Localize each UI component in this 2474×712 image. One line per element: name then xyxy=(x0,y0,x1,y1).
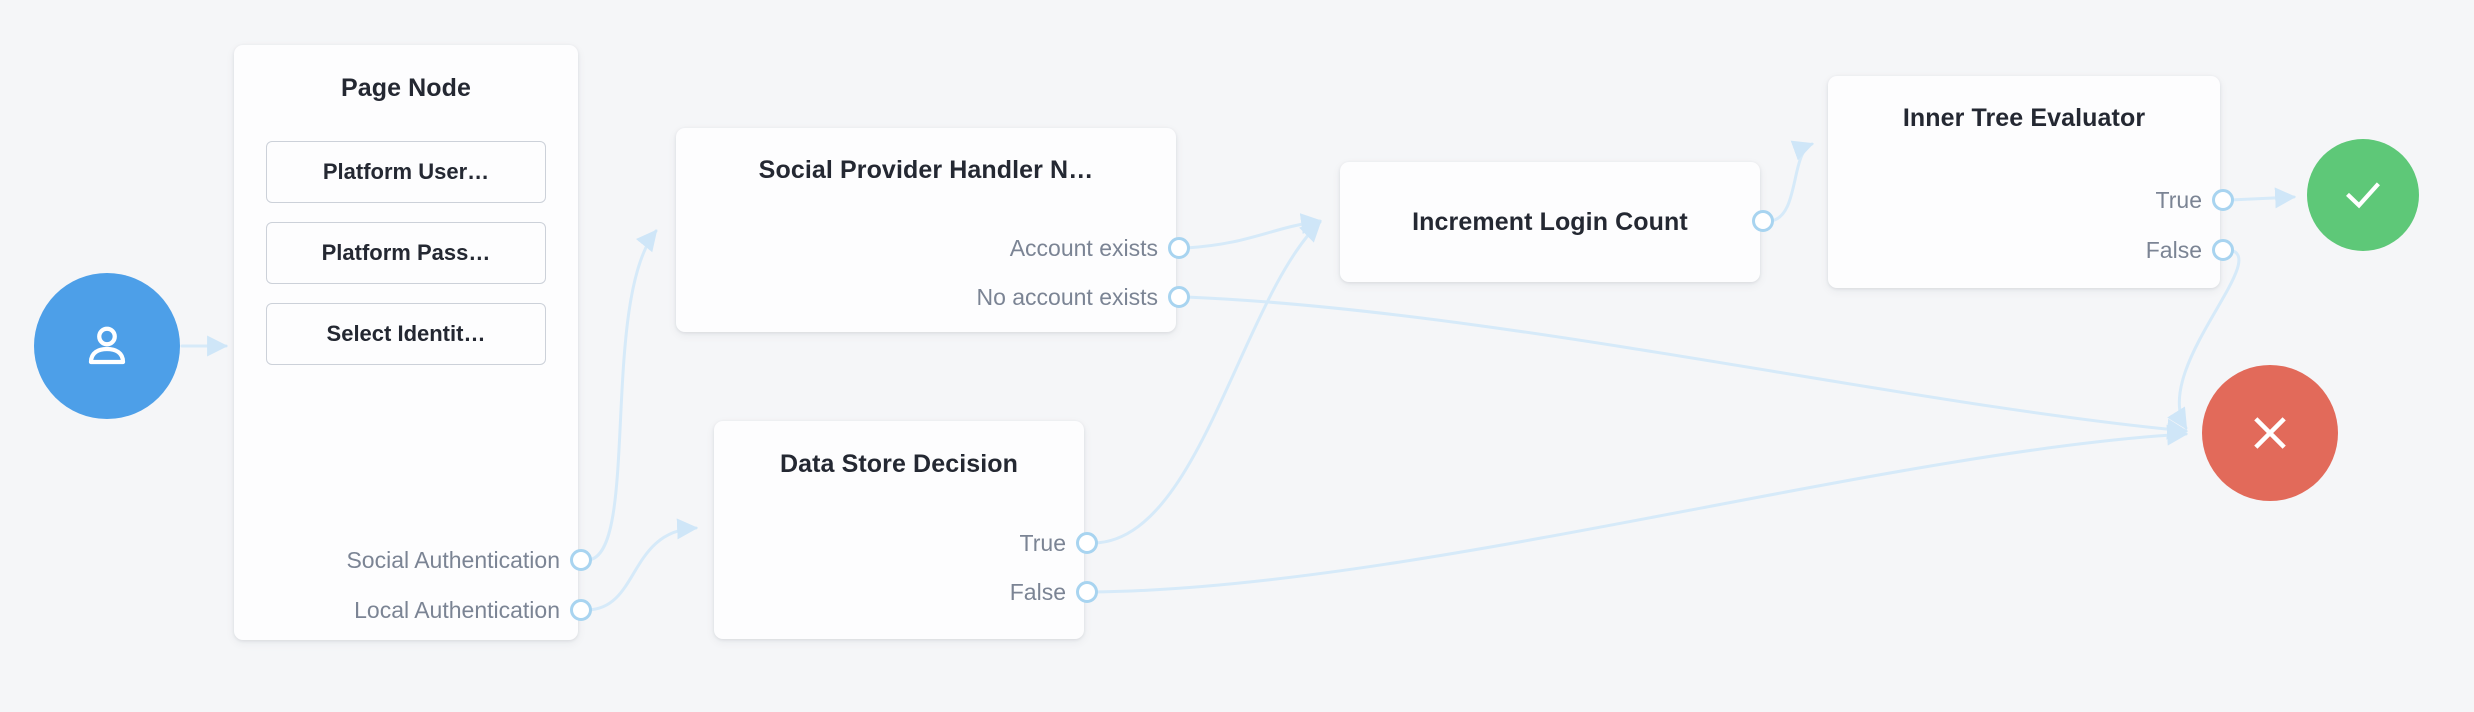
flow-diagram-canvas: Page Node Platform User… Platform Pass… … xyxy=(0,0,2474,712)
field-platform-username[interactable]: Platform User… xyxy=(266,141,546,203)
port-handle[interactable] xyxy=(570,599,592,621)
success-node[interactable] xyxy=(2307,139,2419,251)
node-inner-tree-evaluator[interactable]: Inner Tree Evaluator True False xyxy=(1828,76,2234,288)
output-increment-outcome[interactable] xyxy=(1742,205,1774,237)
output-inner-tree-false[interactable]: False xyxy=(2145,234,2234,266)
local-auth-to-data-store xyxy=(586,518,699,612)
port-handle[interactable] xyxy=(1076,532,1098,554)
node-title: Increment Login Count xyxy=(1412,208,1688,236)
port-label: Local Authentication xyxy=(354,596,560,623)
port-handle[interactable] xyxy=(1076,581,1098,603)
output-no-account-exists[interactable]: No account exists xyxy=(976,281,1190,313)
field-select-identity[interactable]: Select Identit… xyxy=(266,303,546,365)
port-handle[interactable] xyxy=(1752,210,1774,232)
node-social-provider-handler[interactable]: Social Provider Handler N… Account exist… xyxy=(676,128,1190,332)
port-label: No account exists xyxy=(976,283,1158,310)
node-page-node[interactable]: Page Node Platform User… Platform Pass… … xyxy=(234,45,592,640)
output-inner-tree-true[interactable]: True xyxy=(2155,184,2234,216)
port-handle[interactable] xyxy=(2212,239,2234,261)
port-label: Social Authentication xyxy=(346,546,560,573)
node-title: Data Store Decision xyxy=(779,450,1019,478)
output-account-exists[interactable]: Account exists xyxy=(1009,232,1190,264)
cross-icon xyxy=(2254,417,2286,449)
check-icon xyxy=(2346,182,2380,209)
port-label: True xyxy=(1019,529,1066,556)
port-handle[interactable] xyxy=(1168,237,1190,259)
port-label: False xyxy=(2145,236,2202,263)
node-increment-login-count[interactable]: Increment Login Count xyxy=(1340,162,1774,282)
field-platform-password[interactable]: Platform Pass… xyxy=(266,222,546,284)
account-exists-to-increment xyxy=(1184,213,1323,250)
data-store-false-to-failure xyxy=(1092,424,2189,594)
increment-to-inner-tree xyxy=(1768,140,1814,223)
user-avatar-icon xyxy=(88,326,126,365)
start-node[interactable] xyxy=(34,273,180,419)
node-title: Inner Tree Evaluator xyxy=(1902,104,2146,132)
social-auth-to-social-provider xyxy=(586,229,658,562)
node-data-store-decision[interactable]: Data Store Decision True False xyxy=(714,421,1098,639)
output-social-authentication[interactable]: Social Authentication xyxy=(346,544,592,576)
port-label: False xyxy=(1009,578,1066,605)
failure-node[interactable] xyxy=(2202,365,2338,501)
port-handle[interactable] xyxy=(1168,286,1190,308)
port-label: Account exists xyxy=(1009,234,1158,261)
node-title: Social Provider Handler N… xyxy=(758,156,1094,184)
port-handle[interactable] xyxy=(570,549,592,571)
output-data-store-false[interactable]: False xyxy=(1009,576,1098,608)
port-handle[interactable] xyxy=(2212,189,2234,211)
node-title: Page Node xyxy=(340,74,472,102)
output-local-authentication[interactable]: Local Authentication xyxy=(354,594,592,626)
inner-tree-true-to-success xyxy=(2228,187,2297,209)
no-account-exists-to-failure xyxy=(1184,295,2189,440)
port-label: True xyxy=(2155,186,2202,213)
output-data-store-true[interactable]: True xyxy=(1019,527,1098,559)
